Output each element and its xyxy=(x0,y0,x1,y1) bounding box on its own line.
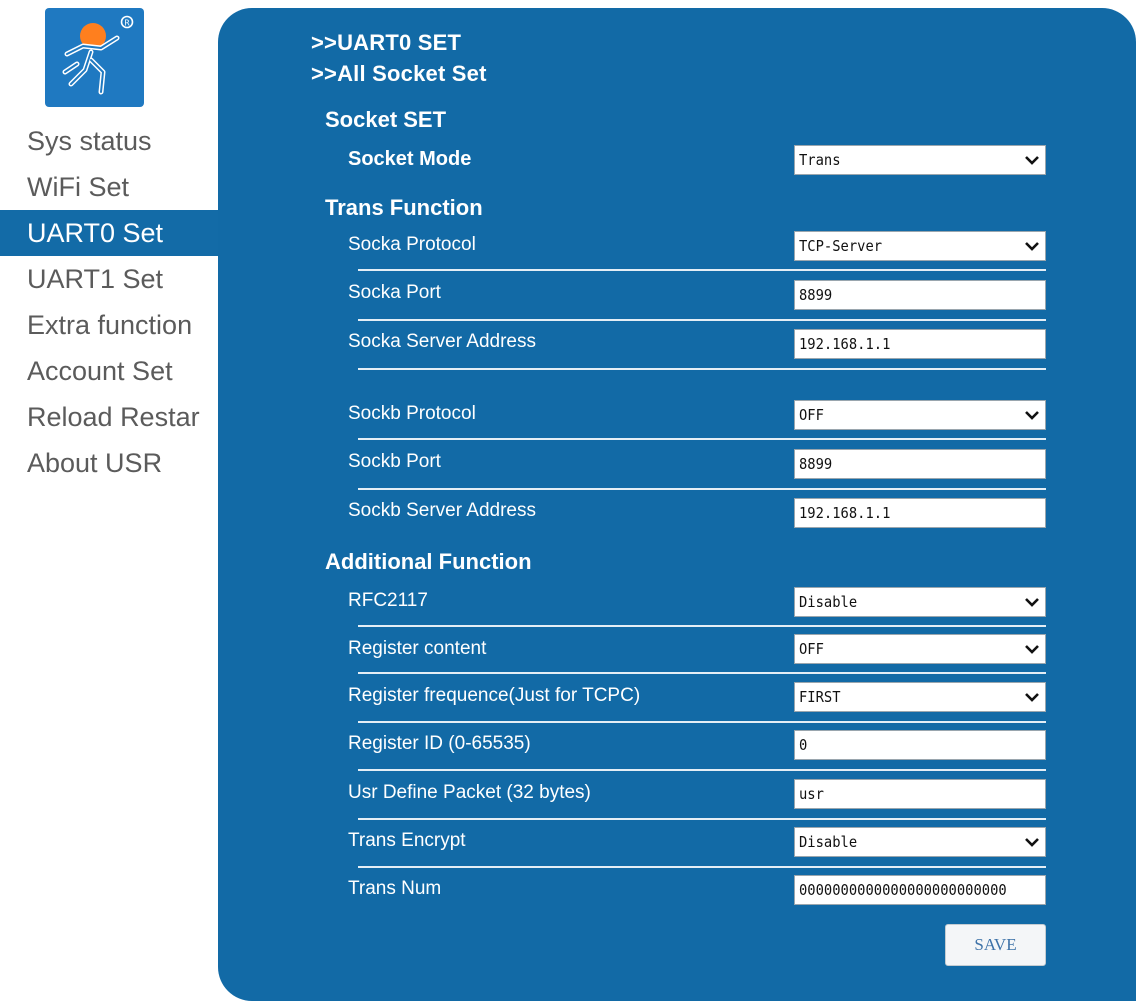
svg-text:R: R xyxy=(124,19,130,28)
socka-server-address-input[interactable]: 192.168.1.1 xyxy=(794,329,1046,359)
row-divider xyxy=(358,866,1046,868)
row-divider xyxy=(358,438,1046,440)
trans-num-value: 0000000000000000000000000 xyxy=(799,881,1007,899)
register-id-input[interactable]: 0 xyxy=(794,730,1046,760)
usr-runner-logo-icon: R xyxy=(62,15,134,95)
sockb-server-address-input[interactable]: 192.168.1.1 xyxy=(794,498,1046,528)
register-frequence-value: FIRST xyxy=(799,688,841,706)
sockb-server-address-label: Sockb Server Address xyxy=(348,500,536,521)
socka-port-input[interactable]: 8899 xyxy=(794,280,1046,310)
socket-mode-value: Trans xyxy=(799,151,841,169)
socka-protocol-label: Socka Protocol xyxy=(348,234,476,255)
sockb-port-input[interactable]: 8899 xyxy=(794,449,1046,479)
socka-protocol-select[interactable]: TCP-Server xyxy=(794,231,1046,261)
trans-encrypt-select[interactable]: Disable xyxy=(794,827,1046,857)
socka-port-label: Socka Port xyxy=(348,282,441,303)
sidebar-item-account-set[interactable]: Account Set xyxy=(0,348,218,394)
sockb-protocol-select[interactable]: OFF xyxy=(794,400,1046,430)
register-frequence-select[interactable]: FIRST xyxy=(794,682,1046,712)
sockb-protocol-label: Sockb Protocol xyxy=(348,403,476,424)
sidebar-nav: Sys status WiFi Set UART0 Set UART1 Set … xyxy=(0,118,218,486)
socka-protocol-value: TCP-Server xyxy=(799,237,883,255)
sockb-protocol-value: OFF xyxy=(799,406,824,424)
trans-encrypt-value: Disable xyxy=(799,833,858,851)
register-content-select[interactable]: OFF xyxy=(794,634,1046,664)
row-divider xyxy=(358,368,1046,370)
row-divider xyxy=(358,488,1046,490)
register-frequence-label: Register frequence(Just for TCPC) xyxy=(348,685,641,706)
rfc2117-value: Disable xyxy=(799,593,858,611)
rfc2117-label: RFC2117 xyxy=(348,590,428,611)
settings-panel: >>UART0 SET >>All Socket Set Socket SET … xyxy=(218,8,1136,1001)
socket-mode-select[interactable]: Trans xyxy=(794,145,1046,175)
chevron-down-icon xyxy=(1025,242,1039,251)
save-button[interactable]: SAVE xyxy=(945,924,1046,966)
row-divider xyxy=(358,721,1046,723)
register-id-value: 0 xyxy=(799,736,808,754)
sidebar-item-uart1-set[interactable]: UART1 Set xyxy=(0,256,218,302)
sockb-port-value: 8899 xyxy=(799,455,833,473)
sidebar-item-reload-restart[interactable]: Reload Restar xyxy=(0,394,218,440)
breadcrumb-uart0-set[interactable]: >>UART0 SET xyxy=(311,30,461,56)
socka-port-value: 8899 xyxy=(799,286,833,304)
sidebar-item-extra-function[interactable]: Extra function xyxy=(0,302,218,348)
chevron-down-icon xyxy=(1025,838,1039,847)
sockb-server-address-value: 192.168.1.1 xyxy=(799,504,891,522)
usr-define-packet-input[interactable]: usr xyxy=(794,779,1046,809)
chevron-down-icon xyxy=(1025,156,1039,165)
trans-num-input[interactable]: 0000000000000000000000000 xyxy=(794,875,1046,905)
register-content-label: Register content xyxy=(348,638,487,659)
chevron-down-icon xyxy=(1025,598,1039,607)
sidebar-item-wifi-set[interactable]: WiFi Set xyxy=(0,164,218,210)
socka-server-address-value: 192.168.1.1 xyxy=(799,335,891,353)
register-id-label: Register ID (0-65535) xyxy=(348,733,531,754)
trans-encrypt-label: Trans Encrypt xyxy=(348,830,466,851)
breadcrumb-all-socket-set[interactable]: >>All Socket Set xyxy=(311,61,487,87)
chevron-down-icon xyxy=(1025,693,1039,702)
usr-define-packet-value: usr xyxy=(799,785,824,803)
socket-mode-label: Socket Mode xyxy=(348,148,472,170)
sockb-port-label: Sockb Port xyxy=(348,451,441,472)
usr-define-packet-label: Usr Define Packet (32 bytes) xyxy=(348,782,591,803)
chevron-down-icon xyxy=(1025,645,1039,654)
section-socket-set: Socket SET xyxy=(325,107,447,132)
row-divider xyxy=(358,625,1046,627)
row-divider xyxy=(358,818,1046,820)
socka-server-address-label: Socka Server Address xyxy=(348,331,536,352)
row-divider xyxy=(358,269,1046,271)
section-trans-function: Trans Function xyxy=(325,195,483,220)
chevron-down-icon xyxy=(1025,411,1039,420)
row-divider xyxy=(358,319,1046,321)
trans-num-label: Trans Num xyxy=(348,878,442,899)
sidebar-item-uart0-set[interactable]: UART0 Set xyxy=(0,210,218,256)
rfc2117-select[interactable]: Disable xyxy=(794,587,1046,617)
section-additional-function: Additional Function xyxy=(325,549,532,574)
usr-logo: R xyxy=(45,8,144,107)
sidebar-item-sys-status[interactable]: Sys status xyxy=(0,118,218,164)
register-content-value: OFF xyxy=(799,640,824,658)
row-divider xyxy=(358,769,1046,771)
sidebar-item-about-usr[interactable]: About USR xyxy=(0,440,218,486)
row-divider xyxy=(358,672,1046,674)
